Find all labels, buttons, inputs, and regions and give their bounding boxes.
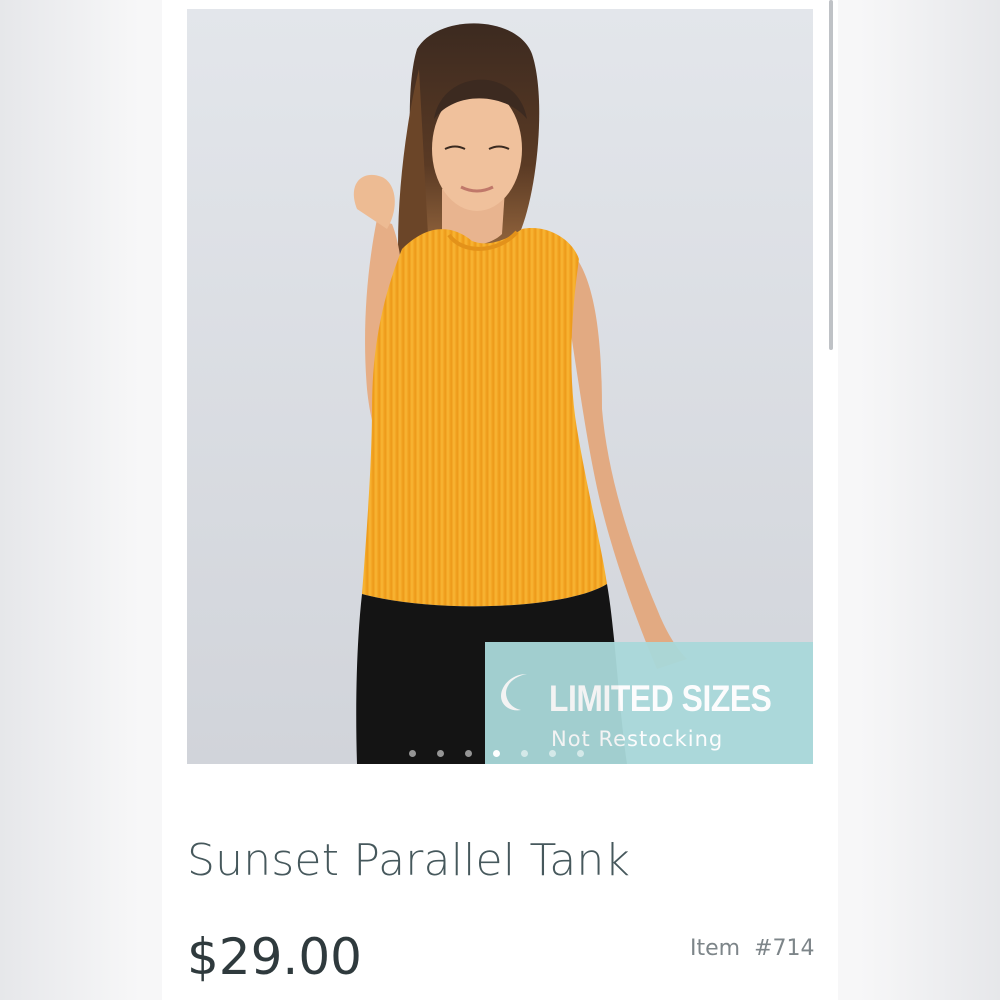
carousel-dot[interactable]: [549, 750, 556, 757]
carousel-dot[interactable]: [521, 750, 528, 757]
product-screen: LIMITED SIZES Not Restocking Sunset Para…: [162, 0, 838, 1000]
item-label: Item: [690, 936, 741, 961]
scrollbar[interactable]: [826, 0, 836, 1000]
crescent-moon-icon: [501, 674, 527, 711]
carousel-dot-active[interactable]: [493, 750, 500, 757]
scrollbar-thumb[interactable]: [829, 0, 833, 350]
badge-subtitle: Not Restocking: [551, 727, 724, 751]
product-image-carousel[interactable]: LIMITED SIZES Not Restocking: [187, 9, 813, 764]
limited-sizes-badge: LIMITED SIZES Not Restocking: [485, 642, 813, 764]
carousel-dot[interactable]: [437, 750, 444, 757]
product-title: Sunset Parallel Tank: [187, 835, 631, 886]
item-number: Item #714: [690, 936, 815, 961]
carousel-dot[interactable]: [409, 750, 416, 757]
carousel-dot[interactable]: [577, 750, 584, 757]
product-price: $29.00: [187, 928, 362, 986]
carousel-dot[interactable]: [465, 750, 472, 757]
badge-title: LIMITED SIZES: [549, 678, 772, 719]
item-number-value: #714: [754, 936, 815, 961]
